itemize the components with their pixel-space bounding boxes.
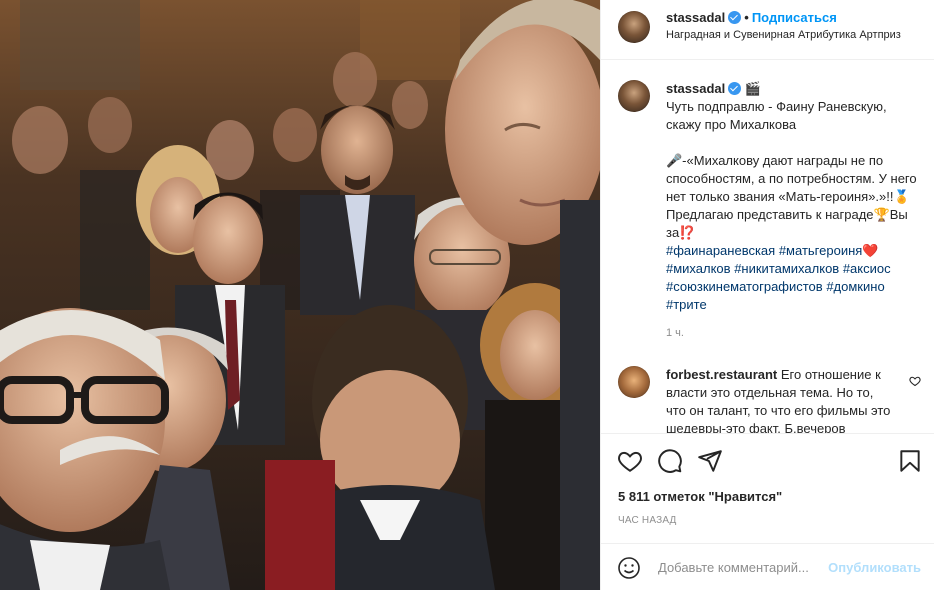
post-actions: 5 811 отметок "Нравится" ЧАС НАЗАД (601, 433, 934, 543)
author-username[interactable]: stassadal (666, 10, 725, 25)
hashtag-link[interactable]: #михалков (666, 261, 731, 276)
hashtag-link[interactable]: #никитамихалков (734, 261, 839, 276)
caption-emoji: 🎬 (744, 81, 762, 96)
share-icon[interactable] (697, 448, 723, 474)
caption-username[interactable]: stassadal (666, 81, 725, 96)
comments-scroll-area[interactable]: stassadal 🎬 Чуть подправлю - Фаину Ранев… (601, 61, 934, 433)
comment-input[interactable] (658, 556, 828, 578)
author-avatar[interactable] (618, 11, 650, 43)
hashtag-link[interactable]: #аксиос (843, 261, 891, 276)
caption-line-1: Чуть подправлю - Фаину Раневскую, скажу … (666, 99, 887, 132)
caption-line-2: 🎤-«Михалкову дают награды не по способно… (666, 153, 917, 240)
commenter-avatar[interactable] (618, 366, 650, 398)
post-header: stassadal • Подписаться Наградная и Сувени… (601, 0, 934, 60)
author-line: stassadal • Подписаться (666, 10, 837, 25)
like-comment-heart-icon[interactable] (909, 375, 921, 387)
verified-badge-icon (728, 82, 742, 95)
caption-time[interactable]: 1 ч. (666, 327, 684, 339)
photo-illustration (0, 0, 600, 590)
hashtag-link[interactable]: #домкино (826, 279, 884, 294)
commenter-username[interactable]: forbest.restaurant (666, 367, 777, 382)
hashtag-link[interactable]: #трите (666, 297, 707, 312)
author-subtitle[interactable]: Наградная и Сувенирная Атрибутика Артпри… (666, 29, 901, 41)
post-timestamp[interactable]: ЧАС НАЗАД (618, 515, 677, 526)
hashtag-link[interactable]: #матьгероиня❤️ (779, 243, 879, 258)
post-comment-button[interactable]: Опубликовать (828, 560, 921, 575)
likes-count[interactable]: 5 811 отметок "Нравится" (618, 489, 782, 504)
comment-icon[interactable] (657, 448, 683, 474)
post-photo[interactable] (0, 0, 600, 590)
caption-author-avatar[interactable] (618, 80, 650, 112)
heart-icon[interactable] (617, 448, 643, 474)
add-comment-bar: Опубликовать (601, 543, 934, 590)
caption: stassadal 🎬 Чуть подправлю - Фаину Ранев… (666, 80, 921, 314)
follow-button[interactable]: Подписаться (752, 10, 837, 25)
hashtag-link[interactable]: #фаинараневская (666, 243, 775, 258)
post-side-panel: stassadal • Подписаться Наградная и Сувени… (600, 0, 934, 590)
bookmark-icon[interactable] (897, 448, 923, 474)
emoji-icon[interactable] (617, 556, 641, 580)
verified-badge-icon (728, 11, 742, 24)
hashtag-link[interactable]: #союзкинематографистов (666, 279, 823, 294)
comment-body: forbest.restaurant Его отношение к власт… (666, 366, 896, 433)
separator-dot: • (744, 10, 749, 25)
